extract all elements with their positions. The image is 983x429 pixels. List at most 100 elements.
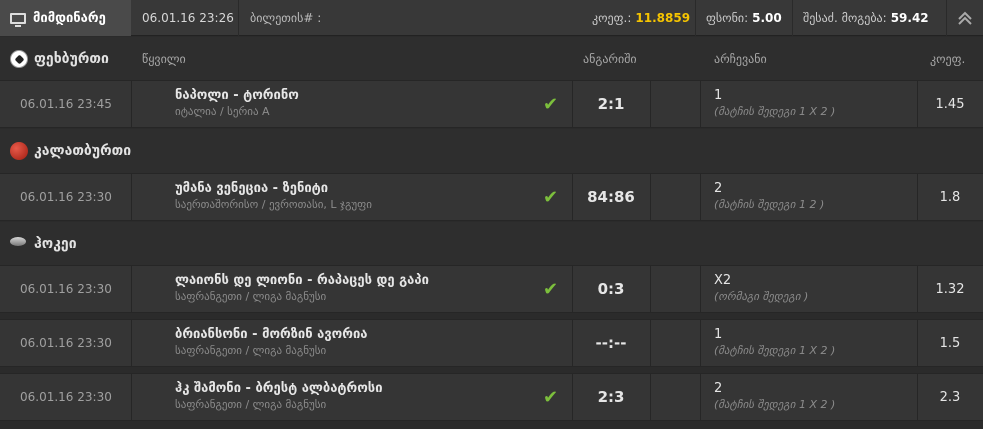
monitor-icon	[10, 12, 26, 27]
column-header-odd: კოეფ.	[930, 52, 966, 66]
event-teams: ნაპოლი - ტორინო	[175, 88, 299, 103]
divider	[131, 174, 132, 220]
table-row[interactable]: 06.01.16 23:45 ნაპოლი - ტორინო იტალია / …	[0, 80, 983, 128]
event-info: ნაპოლი - ტორინო იტალია / სერია A	[175, 81, 299, 127]
ticket-number-label: ბილეთის# :	[250, 11, 322, 25]
pick-market: (მატჩის შედეგი 1 X 2 )	[714, 105, 836, 118]
pick-value: 2	[714, 181, 723, 196]
sport-section-basketball: კალათბურთი	[0, 129, 983, 173]
divider	[700, 374, 701, 420]
sport-name: ფეხბურთი	[34, 51, 109, 67]
divider	[792, 0, 793, 36]
table-row[interactable]: 06.01.16 23:30 ბრიანსონი - მორზინ ავორია…	[0, 319, 983, 367]
column-header-event: წყვილი	[142, 52, 186, 66]
total-coef-label: კოეფ.:	[592, 11, 632, 25]
divider	[650, 266, 651, 312]
event-pick: 1 (მატჩის შედეგი 1 X 2 )	[714, 81, 835, 127]
pick-value: X2	[714, 273, 732, 288]
possible-win: შესაძ. მოგება: 59.42	[803, 0, 929, 36]
total-coef: კოეფ.: 11.8859	[592, 0, 690, 36]
sport-name: კალათბურთი	[34, 143, 132, 159]
event-time: 06.01.16 23:30	[20, 190, 112, 204]
event-odd: 1.5	[939, 335, 961, 351]
football-icon	[10, 50, 28, 68]
won-check-icon: ✔	[543, 93, 559, 115]
event-info: ლაიონს დე ლიონი - რაპაცეს დე გაპი საფრან…	[175, 266, 429, 312]
bet-ticket-header: მიმდინარე 06.01.16 23:26 ბილეთის# : კოეფ…	[0, 0, 983, 36]
event-score: 2:1	[597, 95, 625, 113]
event-time: 06.01.16 23:30	[20, 282, 112, 296]
sport-name: ჰოკეი	[34, 236, 77, 252]
table-row[interactable]: 06.01.16 23:30 ჰკ შამონი - ბრესტ ალბატრო…	[0, 373, 983, 421]
pick-value: 2	[714, 381, 723, 396]
total-coef-value: 11.8859	[635, 11, 691, 25]
sport-section-football: ფეხბურთი წყვილი ანგარიში არჩევანი კოეფ.	[0, 37, 983, 81]
pick-market: (მატჩის შედეგი 1 2 )	[714, 198, 825, 211]
divider	[700, 320, 701, 366]
stake-value: 5.00	[752, 11, 782, 25]
event-odd: 1.32	[935, 281, 965, 297]
column-header-pick: არჩევანი	[714, 52, 767, 66]
event-pick: 2 (მატჩის შედეგი 1 X 2 )	[714, 374, 835, 420]
event-score: 0:3	[597, 280, 625, 298]
divider	[650, 374, 651, 420]
event-league: საფრანგეთი / ლიგა მაგნუსი	[175, 290, 327, 303]
event-pick: 1 (მატჩის შედეგი 1 X 2 )	[714, 320, 835, 366]
event-score: 84:86	[587, 188, 635, 206]
pick-market: (ორმაგი შედეგი )	[714, 290, 809, 303]
divider	[700, 81, 701, 127]
sport-section-hockey: ჰოკეი	[0, 222, 983, 266]
divider	[650, 81, 651, 127]
pick-value: 1	[714, 88, 723, 103]
event-time: 06.01.16 23:30	[20, 336, 112, 350]
divider	[700, 174, 701, 220]
stake-label: ფსონი:	[706, 11, 749, 25]
stake: ფსონი: 5.00	[706, 0, 782, 36]
event-league: საერთაშორისო / ევროთასი, L ჯგუფი	[175, 198, 372, 211]
divider	[650, 320, 651, 366]
divider	[700, 266, 701, 312]
event-time: 06.01.16 23:45	[20, 97, 112, 111]
tab-current[interactable]: მიმდინარე	[0, 0, 131, 36]
event-score: 2:3	[597, 388, 625, 406]
event-teams: უმანა ვენეცია - ზენიტი	[175, 181, 329, 196]
event-odd: 1.45	[935, 96, 965, 112]
tab-current-label: მიმდინარე	[33, 10, 106, 26]
event-odd: 2.3	[939, 389, 961, 405]
pick-value: 1	[714, 327, 723, 342]
table-row[interactable]: 06.01.16 23:30 უმანა ვენეცია - ზენიტი სა…	[0, 173, 983, 221]
basketball-icon	[10, 142, 28, 160]
column-header-score: ანგარიში	[583, 52, 637, 66]
divider	[131, 81, 132, 127]
double-chevron-up-icon[interactable]	[946, 0, 983, 36]
event-pick: 2 (მატჩის შედეგი 1 2 )	[714, 174, 824, 220]
divider	[131, 374, 132, 420]
possible-win-label: შესაძ. მოგება:	[803, 11, 887, 25]
pick-market: (მატჩის შედეგი 1 X 2 )	[714, 398, 836, 411]
won-check-icon: ✔	[543, 278, 559, 300]
divider	[238, 0, 239, 36]
event-info: ბრიანსონი - მორზინ ავორია საფრანგეთი / ლ…	[175, 320, 368, 366]
event-league: იტალია / სერია A	[175, 105, 270, 118]
ticket-datetime: 06.01.16 23:26	[142, 11, 234, 25]
event-odd: 1.8	[939, 189, 961, 205]
event-teams: ლაიონს დე ლიონი - რაპაცეს დე გაპი	[175, 273, 429, 288]
divider	[695, 0, 696, 36]
pick-market: (მატჩის შედეგი 1 X 2 )	[714, 344, 836, 357]
hockey-puck-icon	[10, 237, 26, 246]
divider	[131, 320, 132, 366]
possible-win-value: 59.42	[890, 11, 929, 25]
won-check-icon: ✔	[543, 186, 559, 208]
event-league: საფრანგეთი / ლიგა მაგნუსი	[175, 398, 327, 411]
event-teams: ბრიანსონი - მორზინ ავორია	[175, 327, 368, 342]
event-info: უმანა ვენეცია - ზენიტი საერთაშორისო / ევ…	[175, 174, 372, 220]
event-score: --:--	[595, 334, 627, 352]
event-teams: ჰკ შამონი - ბრესტ ალბატროსი	[175, 381, 383, 396]
divider	[650, 174, 651, 220]
event-pick: X2 (ორმაგი შედეგი )	[714, 266, 808, 312]
event-info: ჰკ შამონი - ბრესტ ალბატროსი საფრანგეთი /…	[175, 374, 383, 420]
event-time: 06.01.16 23:30	[20, 390, 112, 404]
table-row[interactable]: 06.01.16 23:30 ლაიონს დე ლიონი - რაპაცეს…	[0, 265, 983, 313]
divider	[131, 266, 132, 312]
won-check-icon: ✔	[543, 386, 559, 408]
